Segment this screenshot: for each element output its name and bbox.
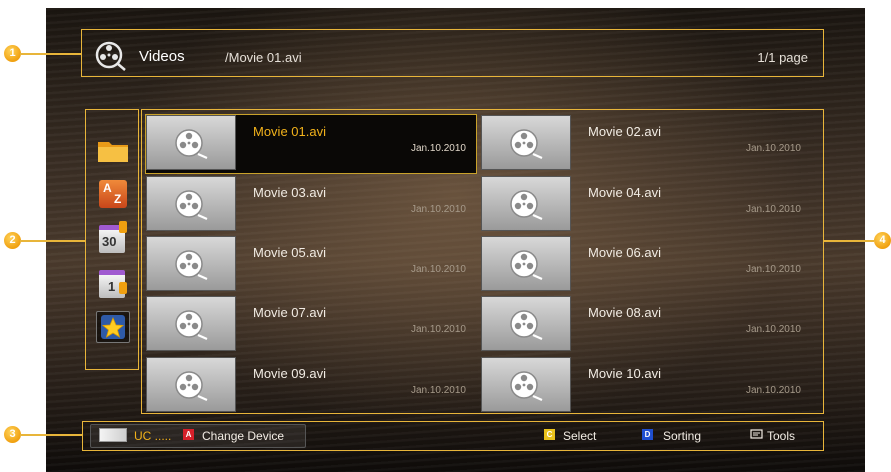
arrow-icon xyxy=(119,282,127,294)
video-thumbnail xyxy=(146,236,236,291)
video-thumbnail xyxy=(146,296,236,351)
tools-label[interactable]: Tools xyxy=(767,429,795,443)
usb-device-icon xyxy=(99,428,127,442)
file-tile[interactable]: Movie 05.avi Jan.10.2010 xyxy=(146,236,476,294)
video-thumbnail xyxy=(481,176,571,231)
file-tile[interactable]: Movie 07.avi Jan.10.2010 xyxy=(146,296,476,354)
file-name: Movie 10.avi xyxy=(588,366,661,381)
callout-3: 3 xyxy=(4,426,21,443)
device-name: UC ..... xyxy=(134,429,172,443)
film-reel-icon xyxy=(95,41,126,71)
sidebar-item-date-1[interactable]: 1 xyxy=(96,268,130,300)
callout-2: 2 xyxy=(4,232,21,249)
file-name: Movie 06.avi xyxy=(588,245,661,260)
file-name: Movie 02.avi xyxy=(588,124,661,139)
file-date: Jan.10.2010 xyxy=(410,264,466,275)
key-a-icon: A xyxy=(183,429,194,440)
video-thumbnail xyxy=(146,357,236,412)
folder-icon xyxy=(98,142,128,162)
calendar-1-text: 1 xyxy=(108,279,116,294)
star-favorite-icon xyxy=(101,315,125,339)
sidebar-item-favorites[interactable] xyxy=(96,311,130,343)
file-tile[interactable]: Movie 06.avi Jan.10.2010 xyxy=(481,236,811,294)
current-file-path: /Movie 01.avi xyxy=(225,50,302,65)
film-reel-icon xyxy=(510,310,543,341)
file-name: Movie 09.avi xyxy=(253,366,326,381)
file-tile[interactable]: Movie 02.avi Jan.10.2010 xyxy=(481,115,811,173)
file-date: Jan.10.2010 xyxy=(410,204,466,215)
video-thumbnail xyxy=(146,115,236,170)
film-reel-icon xyxy=(510,250,543,281)
calendar-30-text: 30 xyxy=(102,234,117,249)
callout-4: 4 xyxy=(874,232,891,249)
video-thumbnail xyxy=(146,176,236,231)
video-thumbnail xyxy=(481,115,571,170)
file-date: Jan.10.2010 xyxy=(745,264,801,275)
file-name: Movie 01.avi xyxy=(253,124,326,139)
page-indicator: 1/1 page xyxy=(757,50,808,65)
change-device-label[interactable]: Change Device xyxy=(202,429,284,443)
file-date: Jan.10.2010 xyxy=(745,324,801,335)
header-bar xyxy=(81,29,824,77)
callout-2-line xyxy=(20,240,85,242)
file-date: Jan.10.2010 xyxy=(745,143,801,154)
file-name: Movie 08.avi xyxy=(588,305,661,320)
file-tile[interactable]: Movie 04.avi Jan.10.2010 xyxy=(481,176,811,234)
key-c-icon: C xyxy=(544,429,555,440)
arrow-icon xyxy=(119,221,127,233)
file-name: Movie 07.avi xyxy=(253,305,326,320)
callout-1: 1 xyxy=(4,45,21,62)
sidebar-item-folders[interactable] xyxy=(96,135,130,167)
file-tile[interactable]: Movie 08.avi Jan.10.2010 xyxy=(481,296,811,354)
callout-1-line xyxy=(20,53,81,55)
film-reel-icon xyxy=(510,129,543,160)
key-d-icon: D xyxy=(642,429,653,440)
film-reel-icon xyxy=(175,371,208,402)
film-reel-icon xyxy=(175,250,208,281)
select-label[interactable]: Select xyxy=(563,429,596,443)
video-thumbnail xyxy=(481,357,571,412)
sorting-label[interactable]: Sorting xyxy=(663,429,701,443)
file-date: Jan.10.2010 xyxy=(410,385,466,396)
sort-az-z: Z xyxy=(114,192,122,206)
sort-az-a: A xyxy=(103,181,112,195)
film-reel-icon xyxy=(510,371,543,402)
callout-4-line xyxy=(824,240,874,242)
file-tile[interactable]: Movie 09.avi Jan.10.2010 xyxy=(146,357,476,415)
film-reel-icon xyxy=(175,310,208,341)
page-title: Videos xyxy=(139,48,185,65)
video-thumbnail xyxy=(481,296,571,351)
file-date: Jan.10.2010 xyxy=(745,385,801,396)
film-reel-icon xyxy=(510,190,543,221)
sort-az-icon: A Z xyxy=(99,180,127,208)
file-date: Jan.10.2010 xyxy=(410,324,466,335)
film-reel-icon xyxy=(175,190,208,221)
file-date: Jan.10.2010 xyxy=(745,204,801,215)
file-tile[interactable]: Movie 03.avi Jan.10.2010 xyxy=(146,176,476,234)
sidebar-item-date-30[interactable]: 30 xyxy=(96,221,130,255)
file-name: Movie 04.avi xyxy=(588,185,661,200)
file-tile[interactable]: Movie 01.avi Jan.10.2010 xyxy=(145,114,477,174)
callout-3-line xyxy=(20,434,82,436)
video-thumbnail xyxy=(481,236,571,291)
file-name: Movie 03.avi xyxy=(253,185,326,200)
file-tile[interactable]: Movie 10.avi Jan.10.2010 xyxy=(481,357,811,415)
file-name: Movie 05.avi xyxy=(253,245,326,260)
sidebar-item-sort-title[interactable]: A Z xyxy=(96,178,130,210)
file-date: Jan.10.2010 xyxy=(410,143,466,154)
film-reel-icon xyxy=(175,129,208,160)
tools-icon xyxy=(750,429,763,439)
